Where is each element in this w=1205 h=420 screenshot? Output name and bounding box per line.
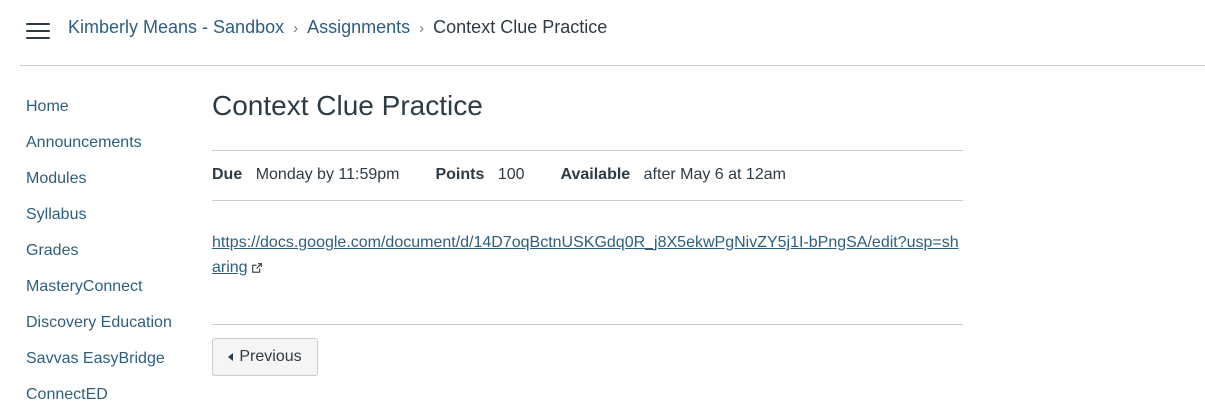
breadcrumb: Kimberly Means - Sandbox › Assignments ›… bbox=[68, 17, 607, 38]
details-top-divider bbox=[212, 150, 963, 151]
sidebar-item-modules[interactable]: Modules bbox=[26, 168, 172, 204]
sidebar-item-connected[interactable]: ConnectED bbox=[26, 384, 172, 420]
breadcrumb-course-link[interactable]: Kimberly Means - Sandbox bbox=[68, 17, 284, 38]
assignment-description: https://docs.google.com/document/d/14D7o… bbox=[212, 230, 963, 280]
available-label: Available bbox=[560, 166, 631, 183]
points-detail: Points 100 bbox=[435, 165, 524, 185]
sidebar-item-home[interactable]: Home bbox=[26, 96, 172, 132]
assignment-content: Context Clue Practice Due Monday by 11:5… bbox=[212, 86, 963, 376]
previous-button[interactable]: Previous bbox=[212, 338, 318, 376]
sidebar-item-savvas-easybridge[interactable]: Savvas EasyBridge bbox=[26, 348, 172, 384]
sidebar-item-grades[interactable]: Grades bbox=[26, 240, 172, 276]
external-link-icon bbox=[251, 263, 262, 273]
available-detail: Available after May 6 at 12am bbox=[561, 165, 786, 185]
breadcrumb-current-page: Context Clue Practice bbox=[433, 17, 608, 37]
caret-left-icon bbox=[228, 353, 234, 361]
due-detail: Due Monday by 11:59pm bbox=[212, 165, 399, 185]
available-value: after May 6 at 12am bbox=[643, 166, 786, 183]
previous-button-label: Previous bbox=[239, 348, 302, 365]
due-value: Monday by 11:59pm bbox=[255, 166, 400, 183]
sidebar-item-discovery-education[interactable]: Discovery Education bbox=[26, 312, 172, 348]
chevron-right-icon: › bbox=[293, 20, 299, 37]
assignment-details: Due Monday by 11:59pm Points 100 Availab… bbox=[212, 165, 822, 185]
header-divider bbox=[20, 65, 1205, 66]
breadcrumb-assignments-link[interactable]: Assignments bbox=[307, 17, 410, 38]
course-navigation: Home Announcements Modules Syllabus Grad… bbox=[26, 96, 172, 420]
page-title: Context Clue Practice bbox=[212, 90, 483, 121]
points-value: 100 bbox=[497, 166, 525, 183]
points-label: Points bbox=[435, 166, 485, 183]
footer-divider bbox=[212, 324, 963, 325]
sidebar-item-masteryconnect[interactable]: MasteryConnect bbox=[26, 276, 172, 312]
due-label: Due bbox=[212, 166, 243, 183]
sidebar-item-syllabus[interactable]: Syllabus bbox=[26, 204, 172, 240]
details-bottom-divider bbox=[212, 200, 963, 201]
top-bar: Kimberly Means - Sandbox › Assignments ›… bbox=[0, 0, 1205, 66]
hamburger-menu-icon[interactable] bbox=[26, 21, 50, 41]
chevron-right-icon: › bbox=[419, 20, 425, 37]
google-docs-link[interactable]: https://docs.google.com/document/d/14D7o… bbox=[212, 234, 959, 276]
sidebar-item-announcements[interactable]: Announcements bbox=[26, 132, 172, 168]
